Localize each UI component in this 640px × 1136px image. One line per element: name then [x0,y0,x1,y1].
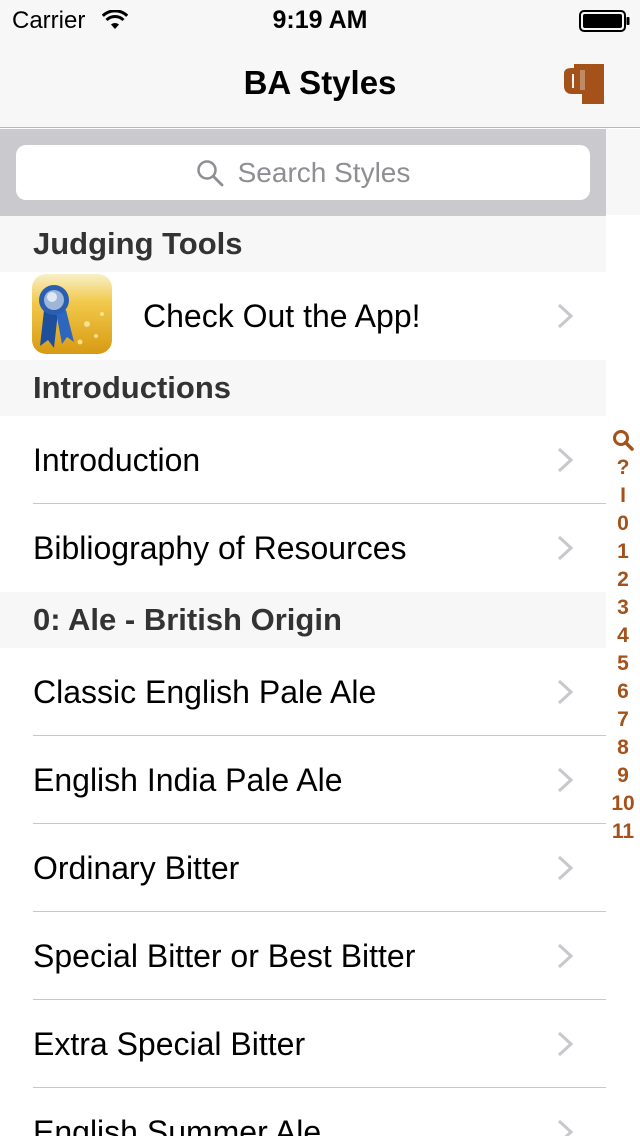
chevron-right-icon [557,1119,573,1136]
section-header-ale-british-origin: 0: Ale - British Origin [0,592,606,648]
chevron-right-icon [557,767,573,793]
chevron-right-icon [557,679,573,705]
index-item[interactable]: 7 [606,706,640,734]
page-title: BA Styles [243,64,397,101]
list-item-label: Bibliography of Resources [33,529,407,566]
app-ribbon-icon [32,274,112,354]
list-item-label: English India Pale Ale [33,761,343,798]
index-item[interactable]: 2 [606,566,640,594]
list-item-label: Classic English Pale Ale [33,673,377,710]
chevron-right-icon [557,943,573,969]
status-time: 9:19 AM [272,6,368,34]
index-item[interactable]: 5 [606,650,640,678]
section-header-judging-tools: Judging Tools [0,216,606,272]
chevron-right-icon [557,303,573,329]
index-top-strip [606,129,640,215]
chevron-right-icon [557,855,573,881]
index-item[interactable]: 6 [606,678,640,706]
section-index[interactable]: ? I 0 1 2 3 4 5 6 7 8 9 10 11 [606,426,640,846]
index-item[interactable]: 1 [606,538,640,566]
navigation-bar: BA Styles [0,40,640,128]
list-item-label: English Summer Ale [33,1113,322,1136]
index-item[interactable]: 9 [606,762,640,790]
list-item-english-summer-ale[interactable]: English Summer Ale [0,1088,606,1136]
beer-mug-icon[interactable] [560,60,612,106]
search-placeholder: Search Styles [237,156,411,188]
index-item[interactable]: I [606,482,640,510]
list-item-check-out-app[interactable]: Check Out the App! [0,272,606,360]
chevron-right-icon [557,1031,573,1057]
index-item[interactable]: 0 [606,510,640,538]
list-item-label: Ordinary Bitter [33,849,240,886]
list-item-introduction[interactable]: Introduction [0,416,606,504]
styles-list[interactable]: Search Styles Judging Tools Check Out th… [0,129,606,1136]
list-item-label: Extra Special Bitter [33,1025,306,1062]
chevron-right-icon [557,447,573,473]
index-item[interactable]: 8 [606,734,640,762]
list-item-english-india-pale-ale[interactable]: English India Pale Ale [0,736,606,824]
section-header-introductions: Introductions [0,360,606,416]
index-item[interactable]: ? [606,454,640,482]
list-item-special-bitter[interactable]: Special Bitter or Best Bitter [0,912,606,1000]
list-item-classic-english-pale-ale[interactable]: Classic English Pale Ale [0,648,606,736]
search-bar: Search Styles [0,129,606,216]
battery-icon [579,10,630,32]
search-icon [196,159,224,186]
index-item[interactable]: 10 [606,790,640,818]
list-item-ordinary-bitter[interactable]: Ordinary Bitter [0,824,606,912]
search-input[interactable]: Search Styles [16,145,590,200]
index-item[interactable]: 4 [606,622,640,650]
chevron-right-icon [557,535,573,561]
list-item-bibliography[interactable]: Bibliography of Resources [0,504,606,592]
index-item[interactable]: 3 [606,594,640,622]
index-item[interactable]: 11 [606,818,640,846]
list-item-extra-special-bitter[interactable]: Extra Special Bitter [0,1000,606,1088]
list-item-label: Special Bitter or Best Bitter [33,937,416,974]
list-item-label: Introduction [33,441,201,478]
index-search-icon[interactable] [612,429,634,451]
status-bar: Carrier 9:19 AM [0,0,640,40]
